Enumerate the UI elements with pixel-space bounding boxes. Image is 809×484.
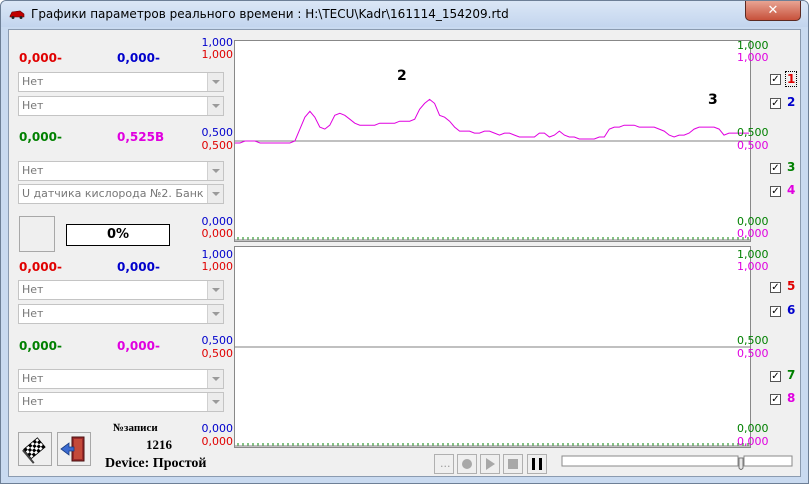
axis-right-lower-05-magenta: 0,500 xyxy=(737,347,769,360)
axis-right-upper-05-magenta: 0,500 xyxy=(737,139,769,152)
axis-left-upper-05-red: 0,500 xyxy=(201,139,234,152)
channel-3-label: 3 xyxy=(787,160,796,174)
percent-indicator: 0% xyxy=(66,224,170,246)
client-area: 0,000- 0,000- Нет Нет 0,000- 0,525В Нет … xyxy=(8,29,801,477)
channel-8-checkbox[interactable]: ✓ xyxy=(770,394,781,405)
exit-door-icon xyxy=(60,436,85,462)
upper-combo-1[interactable]: Нет xyxy=(18,72,224,92)
axis-left-lower-05-red: 0,500 xyxy=(201,347,234,360)
close-button[interactable]: ✕ xyxy=(745,1,801,21)
upper-combo-4[interactable]: U датчика кислорода №2. Банк 1 xyxy=(18,184,224,204)
record-number: 1216 xyxy=(146,437,172,452)
main-window: Графики параметров реального времени : H… xyxy=(0,0,809,484)
slider-track xyxy=(561,455,793,471)
channel-2-checkbox[interactable]: ✓ xyxy=(770,98,781,109)
lower-chart-svg xyxy=(235,346,750,447)
series-line-channel-4 xyxy=(235,98,749,144)
stop-button[interactable] xyxy=(503,454,523,474)
position-slider[interactable] xyxy=(561,454,794,471)
axis-right-lower-05-green: 0,500 xyxy=(737,334,769,347)
channel-1-checkbox[interactable]: ✓ xyxy=(770,74,781,85)
chevron-down-icon xyxy=(207,393,223,411)
axis-left-upper-05-blue: 0,500 xyxy=(201,126,234,139)
axis-left-lower-1-red: 1,000 xyxy=(201,260,234,273)
lower-combo-1[interactable]: Нет xyxy=(18,280,224,300)
axis-right-upper-05-green: 0,500 xyxy=(737,126,769,139)
channel-5-label: 5 xyxy=(787,279,796,293)
axis-right-lower-0-magenta: 0,000 xyxy=(737,435,769,448)
channel-6-checkbox[interactable]: ✓ xyxy=(770,306,781,317)
upper-combo-3[interactable]: Нет xyxy=(18,161,224,181)
record-button[interactable] xyxy=(457,454,477,474)
channel-7-label: 7 xyxy=(787,368,796,382)
axis-left-upper-0-red: 0,000 xyxy=(201,227,234,240)
device-label: Device: Простой xyxy=(105,456,207,471)
axis-right-upper-0-magenta: 0,000 xyxy=(737,227,769,240)
lower-combo-2[interactable]: Нет xyxy=(18,304,224,324)
lower-value-red: 0,000- xyxy=(19,260,62,274)
axis-left-lower-0-blue: 0,000 xyxy=(201,422,234,435)
blank-button[interactable] xyxy=(19,216,55,252)
pause-icon xyxy=(532,458,542,470)
channel-4-label: 4 xyxy=(787,183,796,197)
axis-left-lower-05-blue: 0,500 xyxy=(201,334,234,347)
axis-right-upper-1-magenta: 1,000 xyxy=(737,51,769,64)
stop-icon xyxy=(508,459,518,469)
axis-right-lower-1-magenta: 1,000 xyxy=(737,260,769,273)
play-icon xyxy=(486,458,495,470)
chevron-down-icon xyxy=(207,97,223,115)
lower-value-green: 0,000- xyxy=(19,339,62,353)
channel-8-label: 8 xyxy=(787,391,796,405)
upper-combo-2[interactable]: Нет xyxy=(18,96,224,116)
channel-5-checkbox[interactable]: ✓ xyxy=(770,282,781,293)
record-label: №записи xyxy=(113,422,158,434)
lower-value-magenta: 0,000- xyxy=(117,339,160,353)
axis-left-upper-1-red: 1,000 xyxy=(201,48,234,61)
channel-1-label: 1 xyxy=(785,71,798,87)
annotation-3: 3 xyxy=(708,92,718,108)
upper-value-red: 0,000- xyxy=(19,51,62,65)
chevron-down-icon xyxy=(207,370,223,388)
window-title: Графики параметров реального времени : H… xyxy=(31,7,509,21)
channel-6-label: 6 xyxy=(787,303,796,317)
chevron-down-icon xyxy=(207,281,223,299)
channel-3-checkbox[interactable]: ✓ xyxy=(770,163,781,174)
upper-value-magenta: 0,525В xyxy=(117,130,165,144)
upper-value-blue: 0,000- xyxy=(117,51,160,65)
car-icon xyxy=(9,10,25,19)
flag-button[interactable] xyxy=(18,432,52,466)
upper-value-green: 0,000- xyxy=(19,130,62,144)
channel-2-label: 2 xyxy=(787,95,796,109)
annotation-2: 2 xyxy=(397,68,407,84)
chevron-down-icon xyxy=(207,305,223,323)
more-button[interactable]: ... xyxy=(434,454,454,474)
lower-value-blue: 0,000- xyxy=(117,260,160,274)
chevron-down-icon xyxy=(207,185,223,203)
axis-right-lower-0-green: 0,000 xyxy=(737,422,769,435)
chevron-down-icon xyxy=(207,73,223,91)
record-icon xyxy=(462,459,472,469)
channel-4-checkbox[interactable]: ✓ xyxy=(770,186,781,197)
lower-combo-3[interactable]: Нет xyxy=(18,369,224,389)
chevron-down-icon xyxy=(207,162,223,180)
lower-chart[interactable] xyxy=(234,246,751,448)
channel-7-checkbox[interactable]: ✓ xyxy=(770,371,781,382)
upper-chart[interactable] xyxy=(234,40,751,242)
upper-chart-svg xyxy=(235,98,750,241)
lower-combo-4[interactable]: Нет xyxy=(18,392,224,412)
checkered-flag-icon xyxy=(22,437,46,464)
exit-button[interactable] xyxy=(57,432,91,466)
axis-left-lower-0-red: 0,000 xyxy=(201,435,234,448)
play-button[interactable] xyxy=(480,454,500,474)
pause-button[interactable] xyxy=(527,454,547,474)
titlebar[interactable]: Графики параметров реального времени : H… xyxy=(1,1,808,27)
